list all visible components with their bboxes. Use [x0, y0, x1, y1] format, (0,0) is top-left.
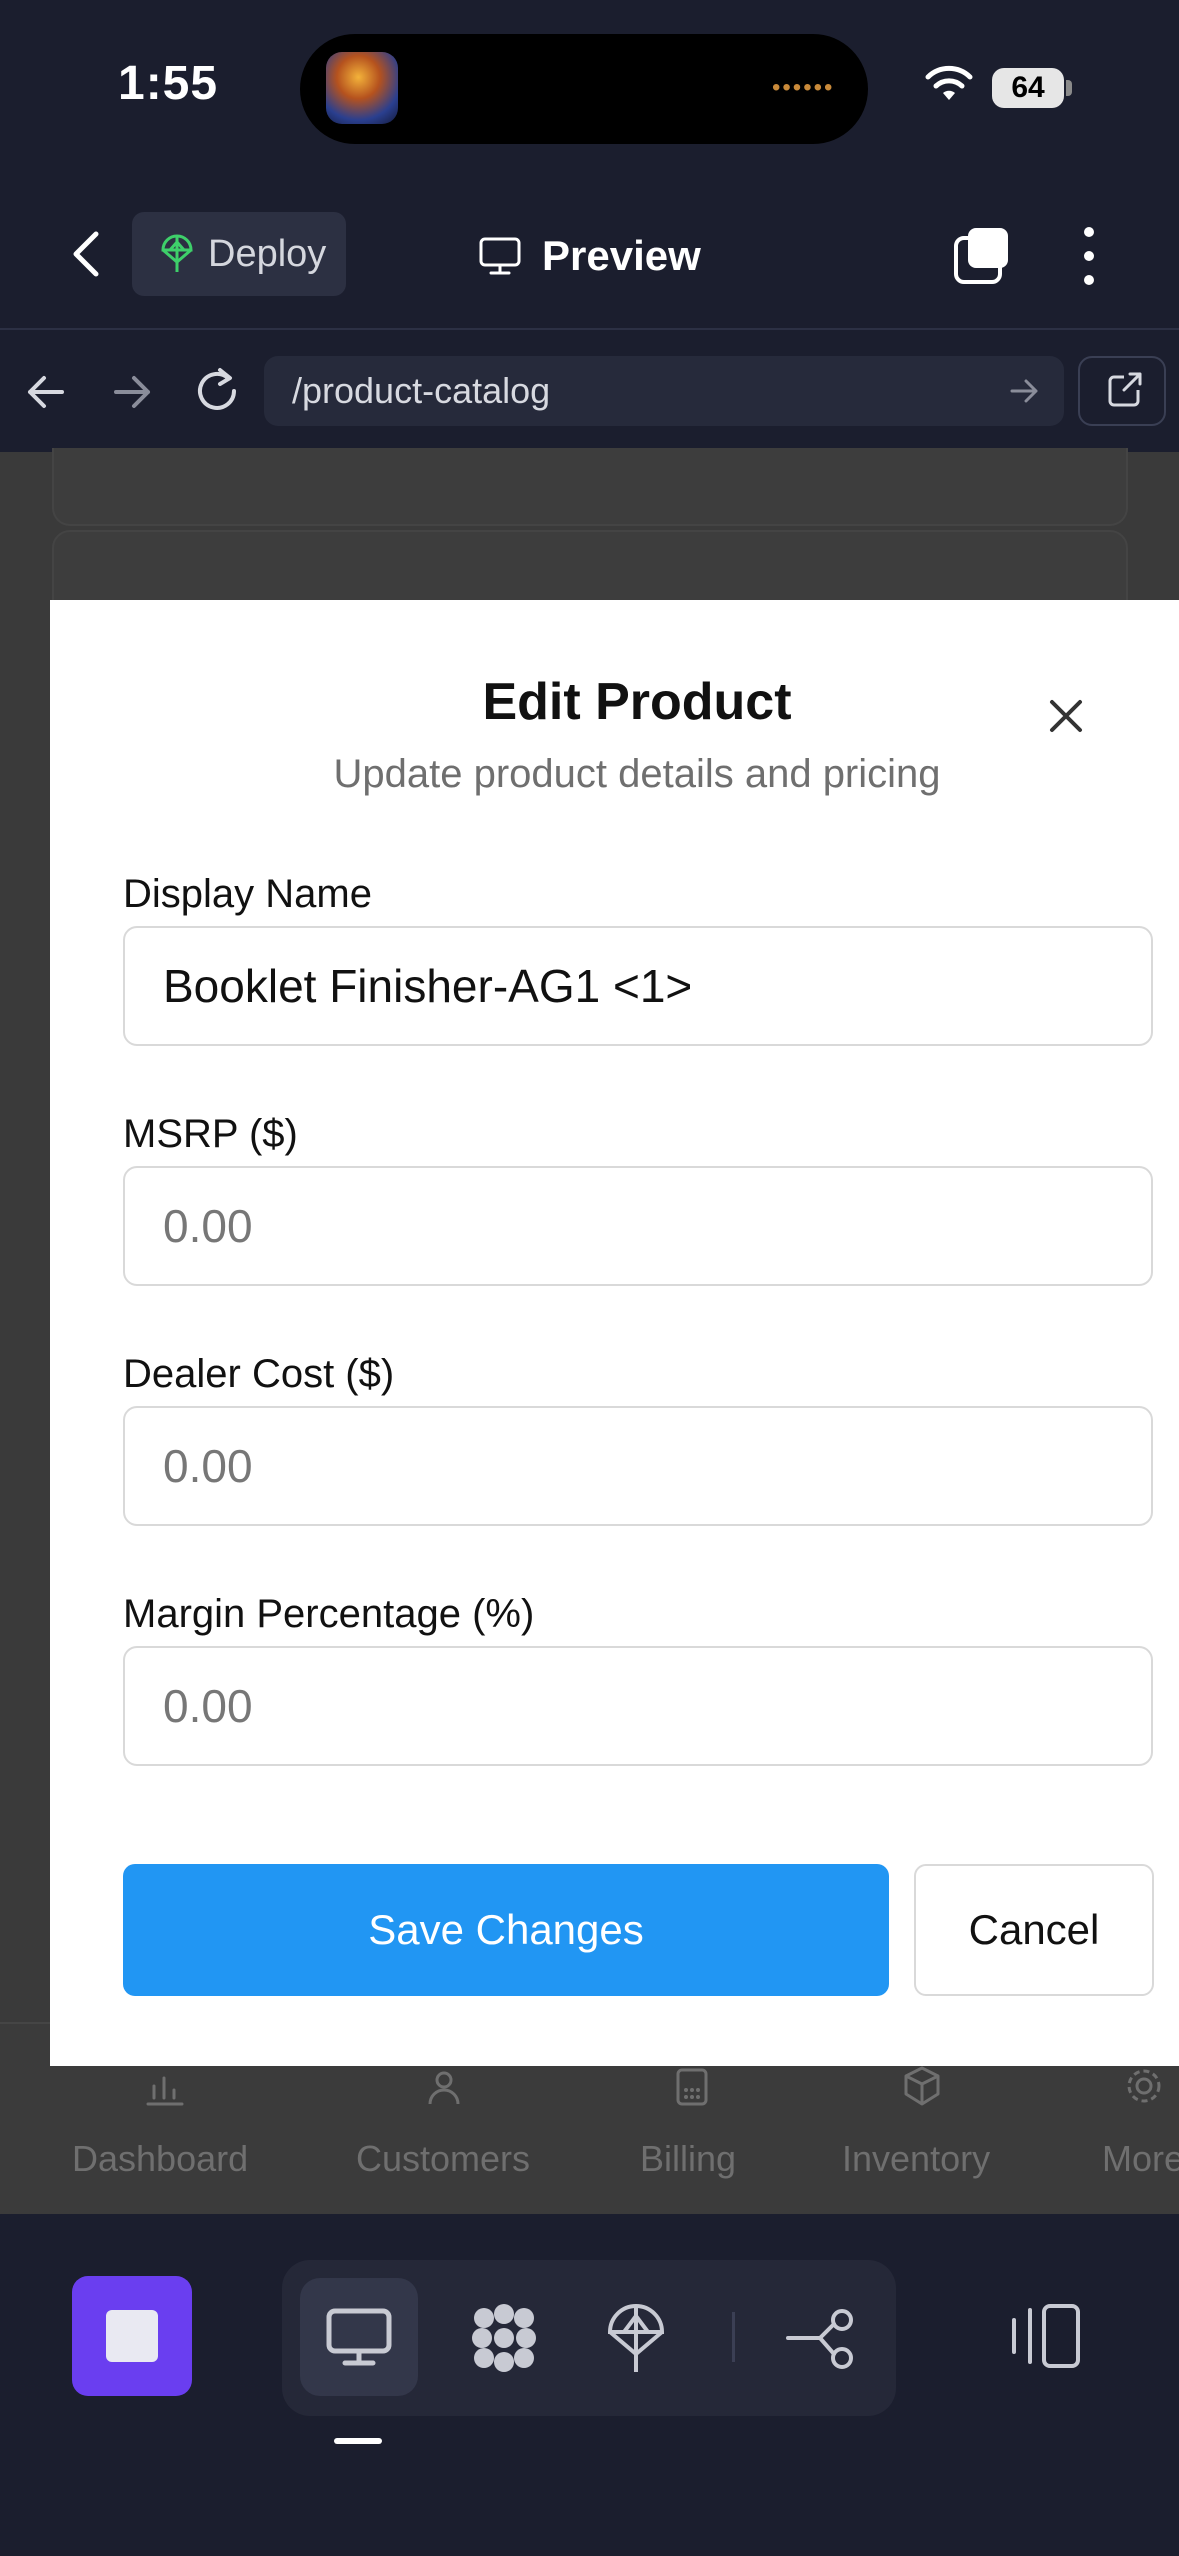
- deploy-label: Deploy: [208, 232, 327, 275]
- preview-label: Preview: [542, 232, 701, 279]
- margin-percentage-input[interactable]: 0.00: [123, 1646, 1153, 1766]
- modal-title: Edit Product: [482, 673, 792, 731]
- url-input[interactable]: /product-catalog: [264, 356, 1064, 426]
- preview-tab[interactable]: Preview: [478, 228, 701, 284]
- background-card: [52, 448, 1128, 526]
- dealer-cost-label: Dealer Cost ($): [123, 1352, 395, 1396]
- desktop-view-button[interactable]: [300, 2278, 418, 2396]
- nav-item-dashboard[interactable]: Dashboard: [72, 2138, 248, 2180]
- save-changes-button[interactable]: Save Changes: [123, 1864, 889, 1996]
- grid-dots-icon[interactable]: [464, 2298, 544, 2378]
- battery-tip: [1066, 80, 1072, 96]
- status-time: 1:55: [118, 57, 219, 110]
- nav-item-more[interactable]: More: [1102, 2138, 1179, 2180]
- more-options-icon[interactable]: [1074, 224, 1104, 288]
- app-top-bar: Deploy Preview: [0, 180, 1179, 330]
- cancel-button[interactable]: Cancel: [914, 1864, 1154, 1996]
- nav-item-customers[interactable]: Customers: [356, 2138, 530, 2180]
- nav-item-billing[interactable]: Billing: [640, 2138, 736, 2180]
- bar-chart-icon: [146, 2076, 184, 2106]
- external-link-icon: [1108, 372, 1142, 407]
- side-panel-icon[interactable]: [1006, 2300, 1086, 2372]
- stop-button[interactable]: [72, 2276, 192, 2396]
- reload-icon[interactable]: [190, 364, 244, 418]
- editor-toolbar: [0, 2214, 1179, 2556]
- tabs-icon[interactable]: [952, 226, 1012, 286]
- url-text: /product-catalog: [292, 370, 551, 411]
- msrp-label: MSRP ($): [123, 1112, 298, 1156]
- margin-percentage-label: Margin Percentage (%): [123, 1592, 535, 1636]
- git-branch-icon[interactable]: [782, 2298, 862, 2378]
- toolbar-divider: [732, 2312, 735, 2362]
- battery-icon: 64: [992, 68, 1064, 108]
- go-arrow-icon[interactable]: [1008, 374, 1042, 408]
- calculator-icon: [676, 2068, 708, 2106]
- activity-dots-icon: ••••••: [772, 74, 835, 101]
- msrp-input[interactable]: 0.00: [123, 1166, 1153, 1286]
- display-name-label: Display Name: [123, 872, 372, 916]
- dealer-cost-input[interactable]: 0.00: [123, 1406, 1153, 1526]
- arrow-right-icon[interactable]: [108, 368, 156, 416]
- browser-url-bar: /product-catalog: [0, 332, 1179, 452]
- monitor-icon: [326, 2308, 392, 2366]
- users-icon: [428, 2071, 460, 2105]
- view-switcher: [282, 2260, 896, 2416]
- back-chevron-icon[interactable]: [60, 226, 116, 282]
- close-icon[interactable]: [1042, 692, 1090, 740]
- deploy-button[interactable]: Deploy: [132, 212, 346, 296]
- arrow-left-icon[interactable]: [22, 368, 70, 416]
- stop-icon: [106, 2310, 158, 2362]
- edit-product-modal: Edit Product Update product details and …: [50, 600, 1179, 2066]
- nav-item-inventory[interactable]: Inventory: [842, 2138, 990, 2180]
- modal-subtitle: Update product details and pricing: [333, 752, 941, 796]
- deploy-icon[interactable]: [596, 2298, 676, 2378]
- app-thumbnail-icon: [326, 52, 398, 124]
- status-bar: 1:55 •••••• 64: [0, 0, 1179, 180]
- box-icon: [904, 2066, 940, 2106]
- deploy-icon: [161, 234, 193, 272]
- display-name-input[interactable]: Booklet Finisher-AG1 <1>: [123, 926, 1153, 1046]
- wifi-icon: [925, 65, 973, 100]
- active-tab-indicator: [334, 2438, 382, 2444]
- gear-icon: [1127, 2069, 1161, 2103]
- monitor-icon: [479, 237, 521, 275]
- dynamic-island: ••••••: [300, 34, 868, 144]
- open-external-button[interactable]: [1078, 356, 1166, 426]
